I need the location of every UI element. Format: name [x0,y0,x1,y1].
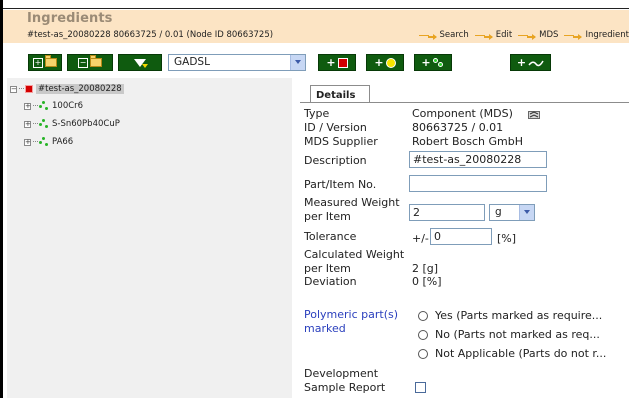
deviation-label: Deviation [304,275,357,288]
calculated-weight-value: 2 [g] [412,262,439,275]
plus-icon: + [421,56,431,69]
supplier-label: MDS Supplier [304,135,378,148]
top-border [0,0,629,9]
radio-polymeric-na[interactable] [418,349,428,359]
polymeric-yes-label: Yes (Parts marked as require... [435,309,603,322]
polymeric-na-label: Not Applicable (Parts do not r... [435,347,607,360]
dev-sample-checkbox[interactable] [415,382,426,393]
add-subfolder-icon [90,55,102,67]
minus-icon: − [78,57,88,68]
material-icon [39,119,49,129]
id-label: ID / Version [304,121,367,134]
supplier-value: Robert Bosch GmbH [412,135,523,148]
breadcrumb-edit[interactable]: Edit [474,30,512,40]
radio-polymeric-no[interactable] [418,330,428,340]
weight-unit-select[interactable]: g [489,204,535,221]
breadcrumb-search[interactable]: Search [418,30,469,40]
plus-icon: + [516,56,527,69]
polymeric-label: Polymeric part(s) [304,308,399,321]
expand-icon[interactable]: + [24,120,31,128]
part-number-input[interactable] [409,175,547,192]
add-wave-icon [528,60,544,66]
plus-icon: + [33,57,43,68]
deviation-value: 0 [%] [412,275,442,288]
expand-icon[interactable]: + [24,102,31,110]
plus-icon: + [326,56,336,69]
list-select[interactable]: GADSL [168,54,306,71]
page-title: Ingredients [27,11,113,26]
filter-button[interactable] [118,54,162,78]
add-subfolder-button[interactable]: − [67,54,113,71]
tolerance-unit: [%] [497,232,517,245]
tab-details[interactable]: Details [310,85,370,103]
measured-weight-label: Measured Weight [304,196,400,209]
tab-divider [300,102,629,103]
arrow-icon [418,32,437,40]
breadcrumb: Search Edit MDS Ingredient [413,30,629,40]
polymeric-label-2: marked [304,322,346,335]
mds-icon[interactable] [528,111,540,119]
part-number-label: Part/Item No. [304,178,377,191]
left-border [0,0,3,398]
material-icon [39,101,49,111]
tolerance-label: Tolerance [304,230,357,243]
add-green-circles-button[interactable]: + [414,54,452,71]
breadcrumb-mds[interactable]: MDS [518,30,558,40]
measured-weight-input[interactable]: 2 [409,204,485,221]
tolerance-input[interactable]: 0 [430,228,492,245]
add-yellow-circle-icon [385,57,396,68]
collapse-icon[interactable]: − [10,85,17,93]
chevron-down-icon [519,205,534,220]
add-wave-button[interactable]: + [510,54,551,71]
tree-root[interactable]: − #test-as_20080228 [10,84,124,94]
tolerance-prefix: +/- [412,232,429,245]
material-icon [39,137,49,147]
add-green-circles-icon [432,57,445,68]
measured-weight-label-2: per Item [304,210,351,223]
add-red-square-icon [337,57,348,68]
radio-polymeric-yes[interactable] [418,311,428,321]
description-input[interactable]: #test-as_20080228 [409,151,547,168]
tree-item[interactable]: + PA66 [24,137,73,147]
plus-icon: + [374,56,384,69]
chevron-down-icon [290,55,305,70]
description-label: Description [304,154,367,167]
calculated-weight-label-2: per Item [304,262,351,275]
tree-item[interactable]: + S-Sn60Pb40CuP [24,119,120,129]
tree-item[interactable]: + 100Cr6 [24,101,83,111]
dev-sample-label-2: Sample Report [304,381,386,394]
calculated-weight-label: Calculated Weight [304,248,405,261]
polymeric-no-label: No (Parts not marked as req... [435,328,600,341]
type-value: Component (MDS) [412,107,513,120]
add-folder-icon [45,55,57,67]
structure-tree: − #test-as_20080228 + 100Cr6 + S-Sn60Pb4… [7,78,292,398]
add-folder-button[interactable]: + [28,54,62,71]
filter-icon [134,58,148,78]
dev-sample-label: Development [304,367,379,380]
type-label: Type [304,107,330,120]
arrow-icon [564,32,583,40]
add-yellow-circle-button[interactable]: + [366,54,404,71]
add-red-square-button[interactable]: + [318,54,356,71]
expand-icon[interactable]: + [24,138,31,146]
arrow-icon [474,32,493,40]
node-subtitle: #test-as_20080228 80663725 / 0.01 (Node … [27,30,274,40]
component-icon [25,85,33,93]
page-header: Ingredients #test-as_20080228 80663725 /… [3,10,629,43]
breadcrumb-ingredient[interactable]: Ingredient [564,30,629,40]
id-value: 80663725 / 0.01 [412,121,504,134]
arrow-icon [518,32,537,40]
